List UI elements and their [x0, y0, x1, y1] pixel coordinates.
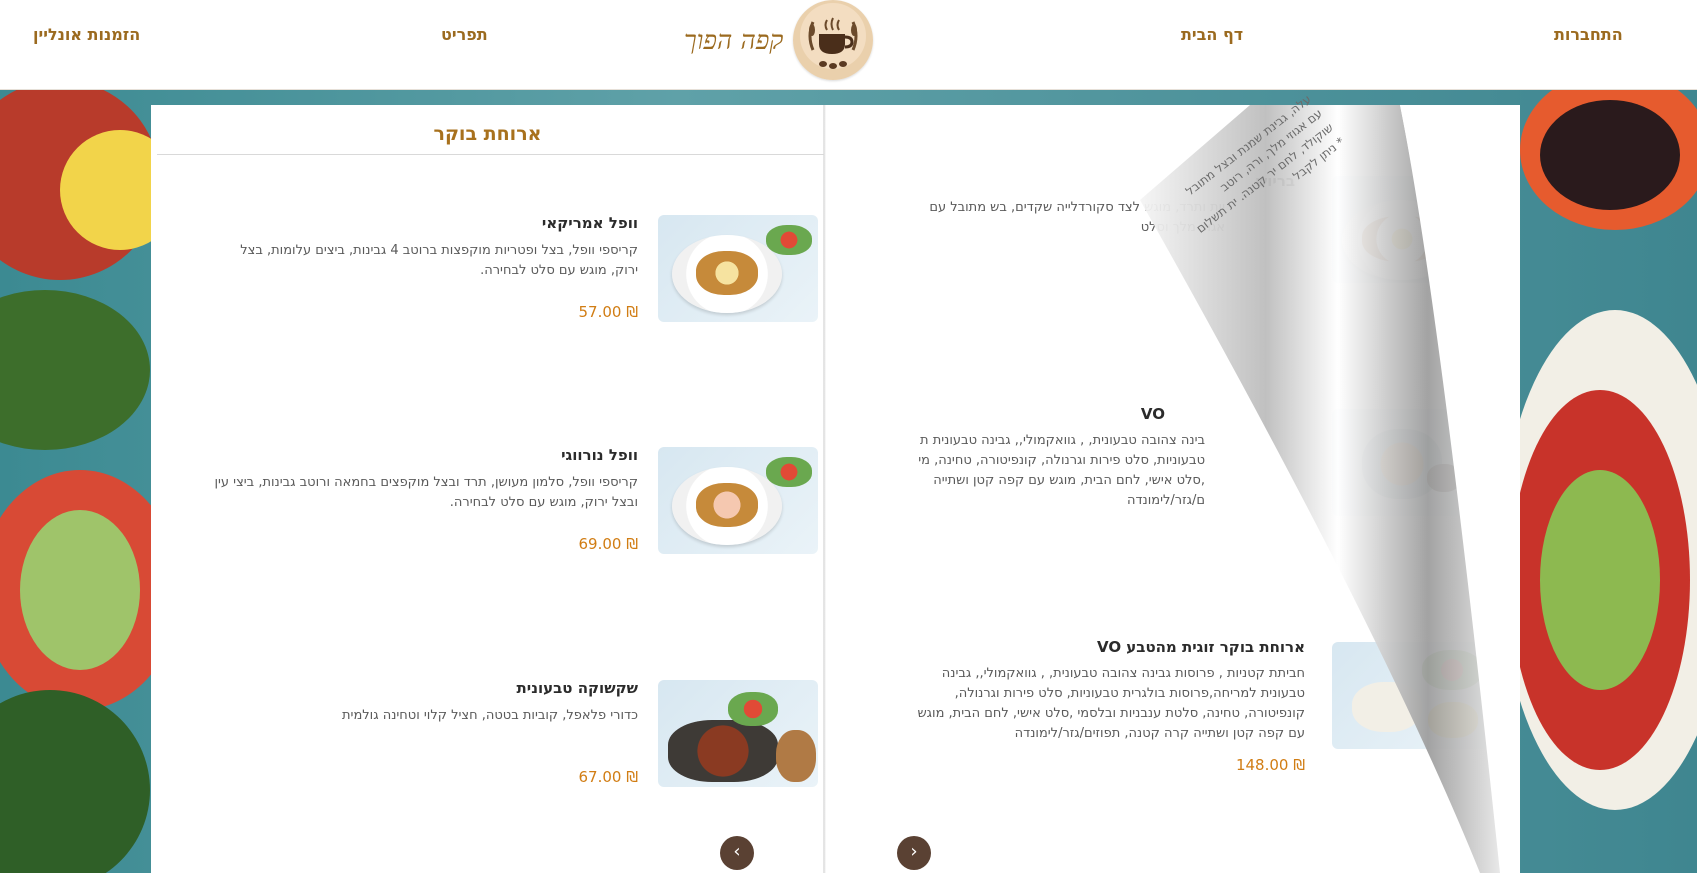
- menu-right-page: בריוש יות ותרד, מוגש לצד סקורדלייה שקדים…: [825, 105, 1515, 873]
- item-price: 67.00 ₪: [578, 768, 638, 786]
- menu-item[interactable]: וופל אמריקאי קריספי וופל, בצל ופטריות מו…: [151, 195, 824, 325]
- item-name: וופל אמריקאי: [541, 214, 638, 232]
- menu-item[interactable]: ארוחת בוקר זוגית מהטבע VO חביתת קטניות ,…: [825, 626, 1515, 786]
- nav-menu-link[interactable]: תפריט: [441, 25, 488, 44]
- item-name: ארוחת בוקר זוגית מהטבע VO: [1096, 638, 1305, 656]
- dish-photo: [1332, 176, 1492, 283]
- dish-photo: [658, 680, 818, 787]
- next-page-button[interactable]: ›: [897, 836, 931, 870]
- item-price: 148.00 ₪: [1235, 756, 1305, 774]
- menu-item[interactable]: בריוש יות ותרד, מוגש לצד סקורדלייה שקדים…: [825, 160, 1515, 290]
- item-name: בריוש: [1255, 172, 1295, 190]
- dish-photo: [658, 447, 818, 554]
- dish-photo: [658, 215, 818, 322]
- item-description: בינה צהובה טבעונית, , גוואקמולי,, גבינה …: [918, 433, 1205, 508]
- section-divider: [157, 154, 824, 155]
- item-name: וופל נורווגי: [561, 446, 638, 464]
- brand[interactable]: קפה הפוך: [680, 0, 920, 80]
- item-description: קריספי וופל, בצל ופטריות מוקפצות ברוטב 4…: [240, 243, 638, 278]
- prev-page-button[interactable]: ‹: [720, 836, 754, 870]
- item-description: יות ותרד, מוגש לצד סקורדלייה שקדים, בש מ…: [929, 200, 1225, 235]
- menu-left-page: ארוחת בוקר וופל אמריקאי קריספי וופל, בצל…: [151, 105, 824, 873]
- dish-photo: [1332, 642, 1492, 749]
- item-price: 57.00 ₪: [578, 303, 638, 321]
- menu-item[interactable]: שקשוקה טבעונית כדורי פלאפל, קוביות בטטה,…: [151, 660, 824, 790]
- item-description: קריספי וופל, סלמון מעושן, תרד ובצל מוקפצ…: [214, 475, 638, 510]
- section-title: ארוחת בוקר: [433, 123, 542, 145]
- item-description: כדורי פלאפל, קוביות בטטה, חציל קלוי וטחי…: [342, 708, 638, 723]
- item-name: שקשוקה טבעונית: [516, 679, 638, 697]
- nav-home-link[interactable]: דף הבית: [1181, 25, 1243, 44]
- menu-item[interactable]: וופל נורווגי קריספי וופל, סלמון מעושן, ת…: [151, 427, 824, 557]
- menu-item[interactable]: VO בינה צהובה טבעונית, , גוואקמולי,, גבי…: [825, 393, 1515, 523]
- top-navigation-bar: התחברות דף הבית קפה הפוך תפריט הזמנות או…: [0, 0, 1697, 90]
- coffee-cup-logo-icon: [793, 0, 873, 80]
- brand-name: קפה הפוך: [684, 26, 784, 56]
- nav-online-orders-link[interactable]: הזמנות אונליין: [33, 25, 140, 44]
- nav-login-link[interactable]: התחברות: [1554, 25, 1623, 44]
- dish-photo: [1332, 409, 1492, 516]
- item-description: חביתת קטניות , פרוסות גבינה צהובה טבעוני…: [917, 666, 1305, 741]
- item-name: VO: [1140, 405, 1165, 423]
- book-spine: [824, 105, 826, 873]
- item-price: 69.00 ₪: [578, 535, 638, 553]
